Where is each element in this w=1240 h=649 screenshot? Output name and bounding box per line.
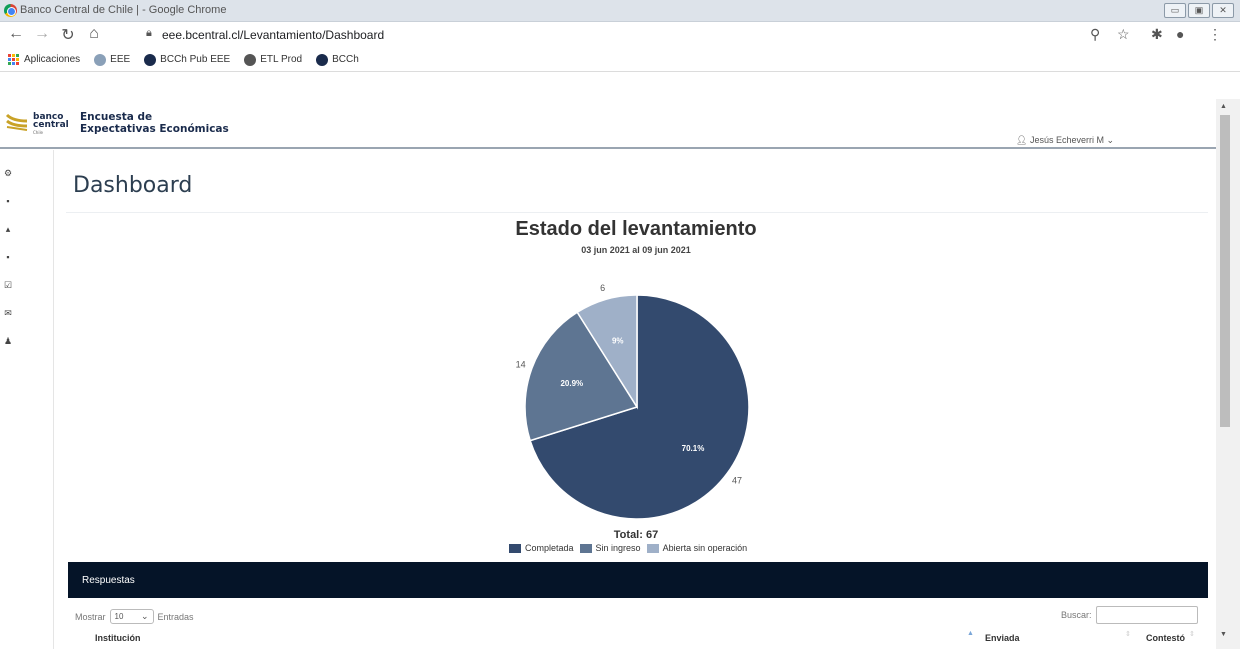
logo-line-2: central: [33, 120, 69, 130]
chrome-logo-icon: [4, 4, 17, 17]
bcch-favicon-icon: [316, 53, 329, 66]
bookmarks-bar: Aplicaciones EEE BCCh Pub EEE ETL Prod B…: [0, 48, 1240, 72]
scroll-down-icon[interactable]: ▼: [1220, 631, 1227, 638]
address-bar[interactable]: 🔒︎ eee.bcentral.cl/Levantamiento/Dashboa…: [140, 24, 1100, 46]
close-button[interactable]: ✕: [1212, 3, 1234, 18]
bookmark-label: Aplicaciones: [24, 54, 81, 65]
gear-icon[interactable]: ⚙: [3, 168, 13, 178]
maximize-button[interactable]: ▣: [1188, 3, 1210, 18]
thumbs-up-icon[interactable]: ▴: [3, 224, 13, 234]
app-header: banco central Chile Encuesta de Expectat…: [0, 105, 1216, 149]
scrollbar-thumb[interactable]: [1220, 115, 1230, 427]
survey-title-line-2: Expectativas Económicas: [80, 123, 229, 135]
bank-logo-icon[interactable]: [5, 111, 29, 133]
bookmark-bcch-pub-eee[interactable]: BCCh Pub EEE: [144, 53, 231, 66]
sort-asc-icon[interactable]: ▲: [967, 630, 974, 637]
bookmark-label: ETL Prod: [260, 54, 303, 65]
bookmark-label: EEE: [110, 54, 131, 65]
pie-percent-label-0: 70.1%: [682, 444, 705, 453]
pie-value-label-0: 47: [732, 475, 742, 485]
globe-icon: [94, 53, 107, 66]
sort-icon[interactable]: ⇕: [1125, 630, 1131, 638]
legend-label: Sin ingreso: [595, 543, 641, 553]
column-header-contesto[interactable]: Contestó: [1146, 633, 1185, 643]
survey-title-line-1: Encuesta de: [80, 111, 153, 123]
extensions-icon[interactable]: ✱: [1151, 26, 1163, 43]
entries-control: Mostrar 10 ⌄ Entradas: [75, 609, 194, 624]
show-label: Mostrar: [75, 611, 106, 622]
survey-title: Encuesta de Expectativas Económicas: [80, 111, 229, 135]
search-input[interactable]: [1095, 606, 1198, 624]
user-icon[interactable]: ♟: [3, 336, 13, 346]
minimize-button[interactable]: ▭: [1164, 3, 1186, 18]
legend-swatch: [646, 543, 659, 553]
reload-icon[interactable]: ↻: [58, 25, 78, 45]
lock-icon: 🔒︎: [146, 27, 152, 39]
back-arrow-icon[interactable]: ←: [6, 25, 26, 43]
zoom-icon[interactable]: ⚲: [1090, 26, 1100, 43]
profile-icon[interactable]: ●: [1176, 26, 1184, 42]
bcch-favicon-icon: [144, 53, 157, 66]
window-title: Banco Central de Chile | - Google Chrome: [20, 4, 227, 16]
bookmark-label: BCCh Pub EEE: [160, 54, 231, 65]
pie-chart: 70.1% 47 20.9% 14 9% 6: [516, 283, 750, 520]
legend-item-abierta[interactable]: Abierta sin operación: [646, 543, 748, 553]
home-icon[interactable]: ⌂: [84, 25, 104, 43]
bookmark-eee[interactable]: EEE: [94, 53, 131, 66]
legend-swatch: [509, 543, 521, 553]
chart-legend: Completada Sin ingreso Abierta sin opera…: [509, 543, 747, 553]
responses-title: Respuestas: [82, 575, 135, 586]
user-icon: 👤︎: [1016, 135, 1028, 145]
book-icon[interactable]: ▪: [3, 196, 13, 206]
responses-panel-header: Respuestas: [68, 562, 1208, 598]
page-scrollbar[interactable]: ▲ ▼: [1216, 99, 1240, 649]
browser-toolbar: ← → ↻ ⌂ 🔒︎ eee.bcentral.cl/Levantamiento…: [0, 22, 1240, 48]
entries-select[interactable]: 10 ⌄: [109, 609, 154, 624]
menu-dots-icon[interactable]: ⋮: [1208, 26, 1222, 43]
logo-line-3: Chile: [33, 130, 44, 135]
bookmark-label: BCCh: [332, 54, 359, 65]
pie-percent-label-2: 9%: [612, 336, 624, 345]
legend-swatch: [579, 543, 592, 553]
pie-value-label-2: 6: [600, 283, 605, 293]
bank-logo-text: banco central Chile: [33, 113, 69, 137]
apps-grid-icon: [8, 53, 20, 66]
url-text: eee.bcentral.cl/Levantamiento/Dashboard: [162, 28, 385, 42]
entries-label: Entradas: [157, 611, 194, 622]
column-header-institucion[interactable]: Institución: [95, 633, 141, 643]
search-control: Buscar:: [1061, 606, 1198, 624]
envelope-icon[interactable]: ✉: [3, 308, 13, 318]
side-nav: ⚙ ▪ ▴ ▪ ☑ ✉ ♟: [0, 150, 54, 649]
sort-icon[interactable]: ⇕: [1189, 630, 1195, 638]
legend-item-sin-ingreso[interactable]: Sin ingreso: [579, 543, 641, 553]
chevron-down-icon: ⌄: [140, 611, 149, 621]
legend-label: Completada: [525, 543, 574, 553]
bookmark-star-icon[interactable]: ☆: [1117, 26, 1130, 43]
legend-item-completada[interactable]: Completada: [509, 543, 574, 553]
entries-value: 10: [114, 612, 124, 621]
chevron-down-icon: ⌄: [1106, 135, 1115, 145]
bookmark-bcch[interactable]: BCCh: [316, 53, 359, 66]
search-label: Buscar:: [1061, 610, 1092, 620]
file-icon[interactable]: ▪: [3, 252, 13, 262]
chart-total: Total: 67: [613, 529, 659, 541]
column-header-enviada[interactable]: Enviada: [985, 633, 1020, 643]
checkbox-icon[interactable]: ☑: [3, 280, 13, 290]
window-title-bar: Banco Central de Chile | - Google Chrome…: [0, 0, 1240, 22]
forward-arrow-icon[interactable]: →: [32, 25, 52, 43]
user-name: Jesús Echeverri M: [1029, 135, 1104, 145]
globe-icon: [244, 53, 257, 66]
scroll-up-icon[interactable]: ▲: [1220, 103, 1227, 110]
user-menu[interactable]: 👤︎ Jesús Echeverri M ⌄: [1016, 135, 1114, 146]
pie-percent-label-1: 20.9%: [560, 379, 583, 388]
bookmark-etl-prod[interactable]: ETL Prod: [244, 53, 303, 66]
legend-label: Abierta sin operación: [662, 543, 748, 553]
pie-value-label-1: 14: [516, 359, 526, 369]
main-content: Dashboard Estado del levantamiento 03 ju…: [54, 150, 1216, 649]
bookmark-aplicaciones[interactable]: Aplicaciones: [8, 53, 81, 66]
